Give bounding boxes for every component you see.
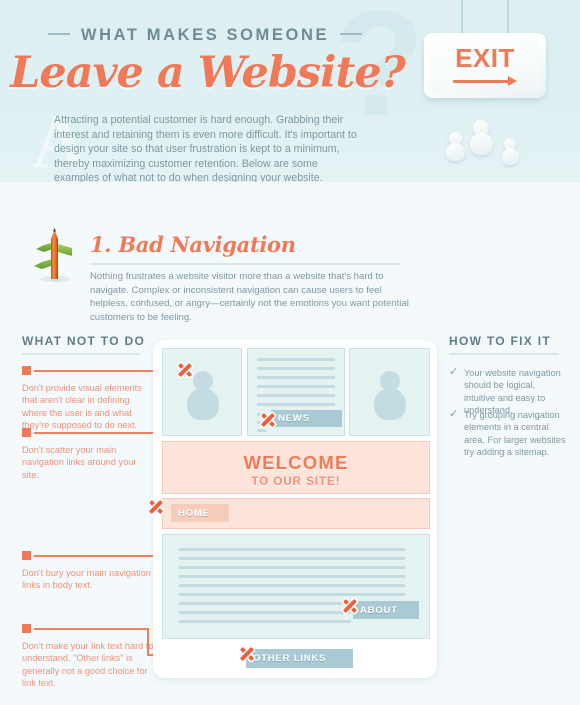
connector-line-4b xyxy=(147,628,149,655)
tag-other-links[interactable]: OTHER LINKS xyxy=(246,649,353,668)
what-not-to-do-heading: WHAT NOT TO DO xyxy=(22,334,146,348)
bullet-square-icon xyxy=(22,551,31,560)
welcome-text: WELCOME TO OUR SITE! xyxy=(163,452,429,488)
not-to-do-item-1-text: Don't provide visual elements that aren'… xyxy=(22,383,142,431)
welcome-line-2: TO OUR SITE! xyxy=(251,476,341,488)
x-mark-icon xyxy=(341,597,359,615)
hero-section: ? A WHAT MAKES SOMEONE Leave a Website? … xyxy=(0,0,580,200)
not-to-do-item-2-text: Don't scatter your main navigation links… xyxy=(22,445,137,480)
tag-home-label: HOME xyxy=(178,507,210,519)
bullet-square-icon xyxy=(22,366,31,375)
x-mark-icon xyxy=(147,498,165,516)
how-to-fix-it-heading: HOW TO FIX IT xyxy=(449,334,552,348)
connector-line-2a xyxy=(34,432,156,434)
connector-line-4a xyxy=(34,628,148,630)
exit-sign-wire-left xyxy=(461,0,463,36)
exit-label: EXIT xyxy=(455,43,515,73)
mockup-panel-right-image xyxy=(349,348,430,436)
signpost-icon xyxy=(28,226,82,284)
arrow-head xyxy=(508,76,517,86)
bullet-square-icon xyxy=(22,428,31,437)
tag-home[interactable]: HOME xyxy=(171,504,229,522)
tag-news[interactable]: NEWS xyxy=(271,410,342,427)
mockup-home-navbar: HOME xyxy=(162,498,430,529)
kicker-dash-right xyxy=(340,32,363,35)
fix-item-2-text: Try grouping navigation elements in a ce… xyxy=(464,410,566,458)
hero-kicker: WHAT MAKES SOMEONE xyxy=(0,26,410,45)
x-mark-icon xyxy=(176,361,194,379)
not-to-do-item-4-text: Don't make your link text hard to unders… xyxy=(22,641,154,689)
tag-about-label: ABOUT xyxy=(360,604,398,616)
x-mark-icon xyxy=(238,645,256,663)
people-figures xyxy=(446,118,539,168)
section-body-text: Nothing frustrates a website visitor mor… xyxy=(90,271,409,323)
section-title: 1. Bad Navigation xyxy=(90,232,296,257)
x-mark-icon xyxy=(259,411,277,429)
section-title-rule xyxy=(90,263,400,265)
mockup-body-text-panel: ABOUT xyxy=(162,534,430,639)
check-icon: ✓ xyxy=(449,366,459,378)
hero-intro-paragraph: Attracting a potential customer is hard … xyxy=(54,114,357,185)
avatar xyxy=(372,371,408,423)
not-to-do-item-3-text: Don't bury your main navigation links in… xyxy=(22,568,151,591)
kicker-text: WHAT MAKES SOMEONE xyxy=(80,26,330,44)
kicker-dash-left xyxy=(47,32,70,35)
check-icon: ✓ xyxy=(449,408,459,420)
website-mockup: NEWS WELCOME TO OUR SITE! HOME ABOUT OTH… xyxy=(153,340,437,678)
tag-other-links-label: OTHER LINKS xyxy=(253,653,327,664)
right-arrow-icon xyxy=(453,76,517,86)
person-figure-center xyxy=(469,120,493,155)
zigzag-divider xyxy=(0,182,580,200)
what-not-to-do-rule xyxy=(22,353,140,355)
exit-sign: EXIT xyxy=(424,33,546,98)
bullet-square-icon xyxy=(22,624,31,633)
welcome-line-1: WELCOME xyxy=(243,452,349,473)
mockup-panel-left-image xyxy=(162,348,242,436)
how-to-fix-it-rule xyxy=(449,353,559,355)
exit-sign-inner: EXIT xyxy=(429,38,541,93)
tag-news-label: NEWS xyxy=(278,413,310,424)
tag-about[interactable]: ABOUT xyxy=(353,601,419,619)
infographic-page: ? A WHAT MAKES SOMEONE Leave a Website? … xyxy=(0,0,580,705)
page-title: Leave a Website? xyxy=(10,48,406,98)
arrow-shaft xyxy=(453,80,509,83)
exit-sign-wire-right xyxy=(507,0,509,36)
mockup-welcome-banner: WELCOME TO OUR SITE! xyxy=(162,441,430,494)
person-figure-right xyxy=(501,138,519,165)
person-figure-left xyxy=(446,132,465,161)
